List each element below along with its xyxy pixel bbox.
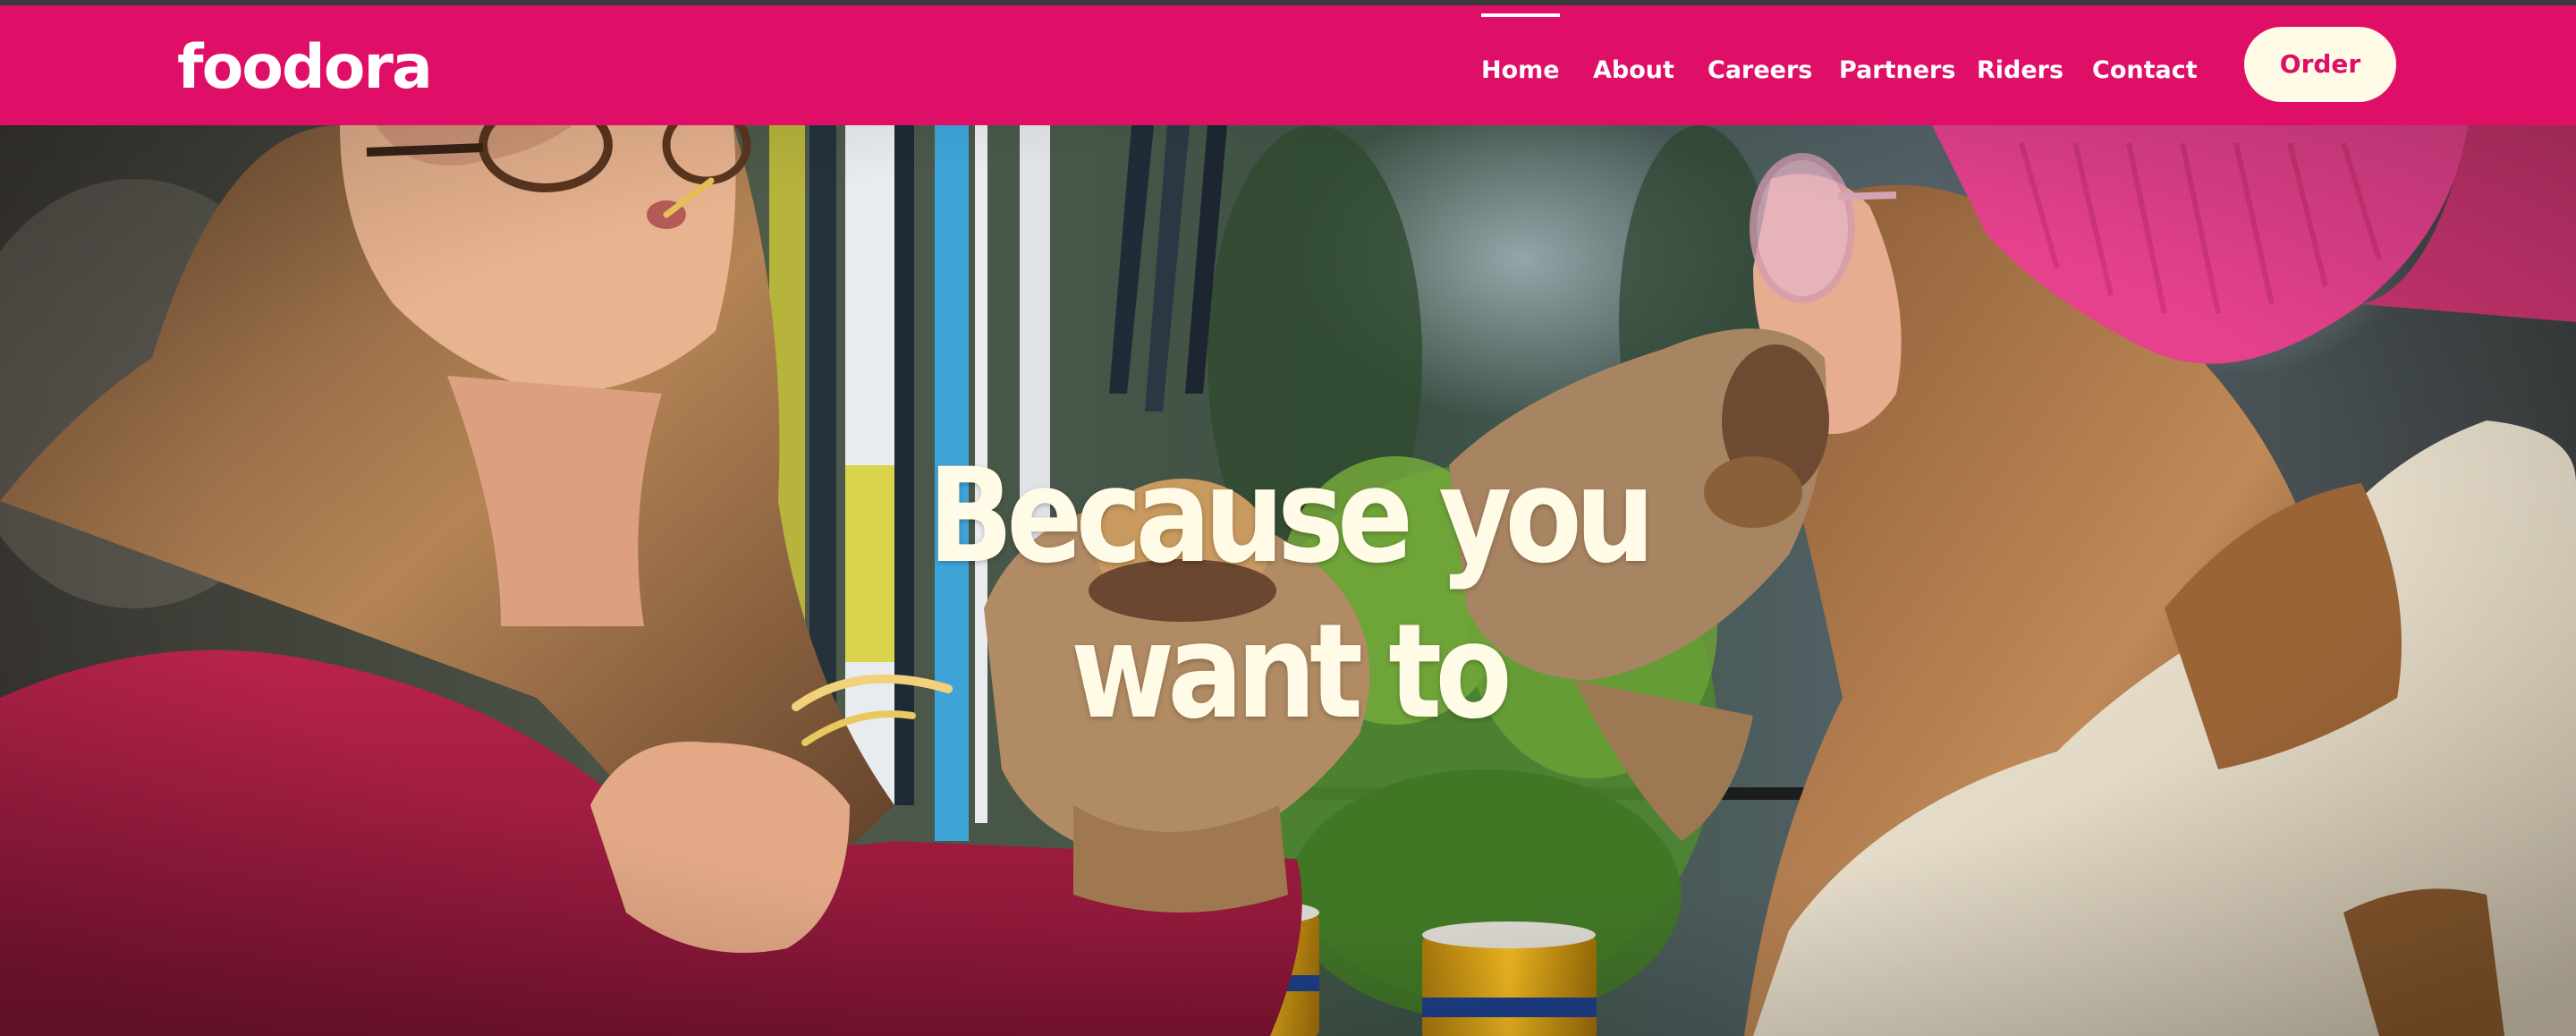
nav-contact[interactable]: Contact [2092,55,2198,87]
site-header: foodora Home About Careers Partners Ride… [0,5,2576,125]
order-button[interactable]: Order [2244,27,2396,102]
hero-headline-line-2: want to [1071,596,1513,748]
nav-riders[interactable]: Riders [1977,55,2063,87]
nav-home[interactable]: Home [1481,13,1560,87]
foodora-logo[interactable]: foodora [177,32,433,104]
nav-careers[interactable]: Careers [1707,55,1812,87]
hero-headline: Because you want to [181,438,2396,750]
nav-about[interactable]: About [1593,55,1674,87]
nav-partners[interactable]: Partners [1839,55,1955,87]
hero-headline-line-1: Because you [928,440,1655,592]
hero-section: Because you want to [0,125,2576,1036]
